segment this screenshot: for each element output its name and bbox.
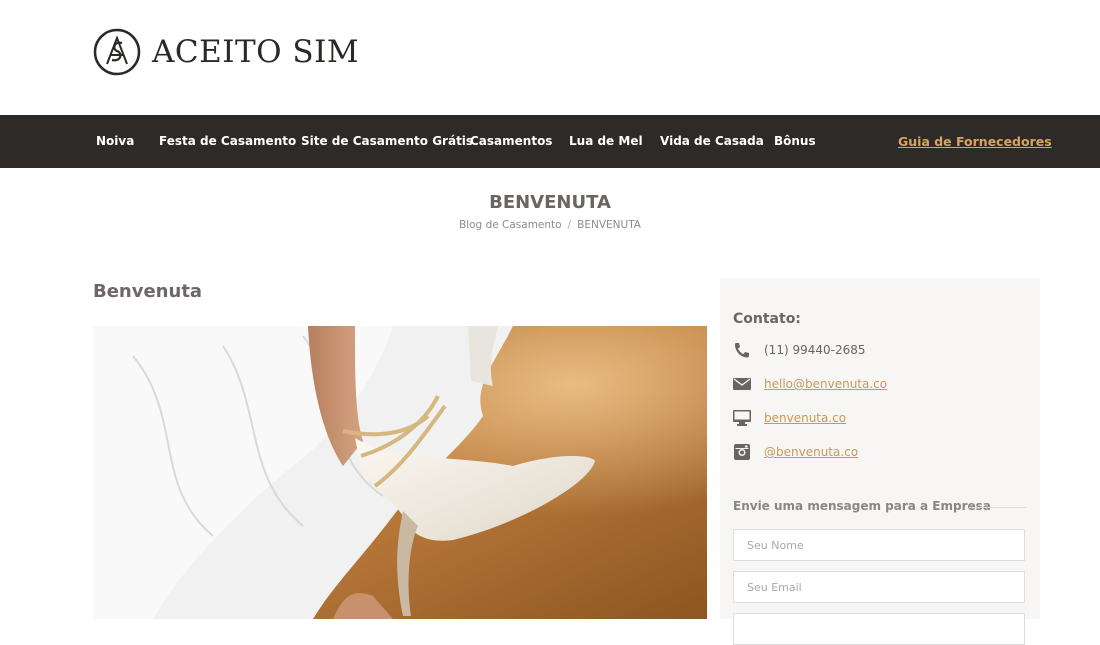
contact-website-row: benvenuta.co <box>733 410 846 426</box>
nav-item-lua-de-mel[interactable]: Lua de Mel <box>569 115 643 168</box>
contact-instagram-link[interactable]: @benvenuta.co <box>764 445 858 459</box>
email-input[interactable] <box>733 571 1025 603</box>
nav-link-guia-de-fornecedores[interactable]: Guia de Fornecedores <box>898 115 1052 168</box>
page-title: BENVENUTA <box>489 192 611 213</box>
nav-item-noiva[interactable]: Noiva <box>96 115 134 168</box>
main-nav: Noiva Festa de Casamento Site de Casamen… <box>0 115 1100 168</box>
breadcrumb-current: BENVENUTA <box>577 219 641 231</box>
contact-website-link[interactable]: benvenuta.co <box>764 411 846 425</box>
site-logo[interactable]: ACEITO SIM <box>93 28 359 76</box>
monogram-logo-icon <box>93 28 141 76</box>
site-header: ACEITO SIM <box>0 0 1100 115</box>
monitor-icon <box>733 410 751 426</box>
nav-item-vida-de-casada[interactable]: Vida de Casada <box>660 115 764 168</box>
supplier-sidebar: Contato: (11) 99440-2685 hello@benvenuta… <box>720 278 1040 645</box>
contact-phone: (11) 99440-2685 <box>764 343 866 357</box>
message-input[interactable] <box>733 613 1025 645</box>
nav-item-casamentos[interactable]: Casamentos <box>470 115 552 168</box>
nav-item-bonus[interactable]: Bônus <box>774 115 816 168</box>
breadcrumb: Blog de Casamento / BENVENUTA <box>0 219 1100 231</box>
contact-instagram-row: @benvenuta.co <box>733 444 858 460</box>
phone-icon <box>735 343 749 358</box>
breadcrumb-link-blog[interactable]: Blog de Casamento <box>459 219 562 231</box>
contact-email-link[interactable]: hello@benvenuta.co <box>764 377 887 391</box>
nav-item-site-de-casamento[interactable]: Site de Casamento Grátis <box>301 115 473 168</box>
message-form-title: Envie uma mensagem para a Empresa <box>733 499 991 513</box>
article-title: Benvenuta <box>93 281 203 302</box>
envelope-icon <box>733 378 751 390</box>
hero-image <box>93 326 707 619</box>
brand-name: ACEITO SIM <box>152 34 360 70</box>
contact-phone-row: (11) 99440-2685 <box>733 342 866 358</box>
breadcrumb-separator: / <box>567 219 572 231</box>
divider <box>969 507 1027 508</box>
contact-email-row: hello@benvenuta.co <box>733 376 887 392</box>
instagram-icon <box>734 444 750 460</box>
contact-title: Contato: <box>733 311 801 327</box>
bride-shoes-photo <box>93 326 707 619</box>
nav-item-festa-de-casamento[interactable]: Festa de Casamento <box>159 115 296 168</box>
name-input[interactable] <box>733 529 1025 561</box>
